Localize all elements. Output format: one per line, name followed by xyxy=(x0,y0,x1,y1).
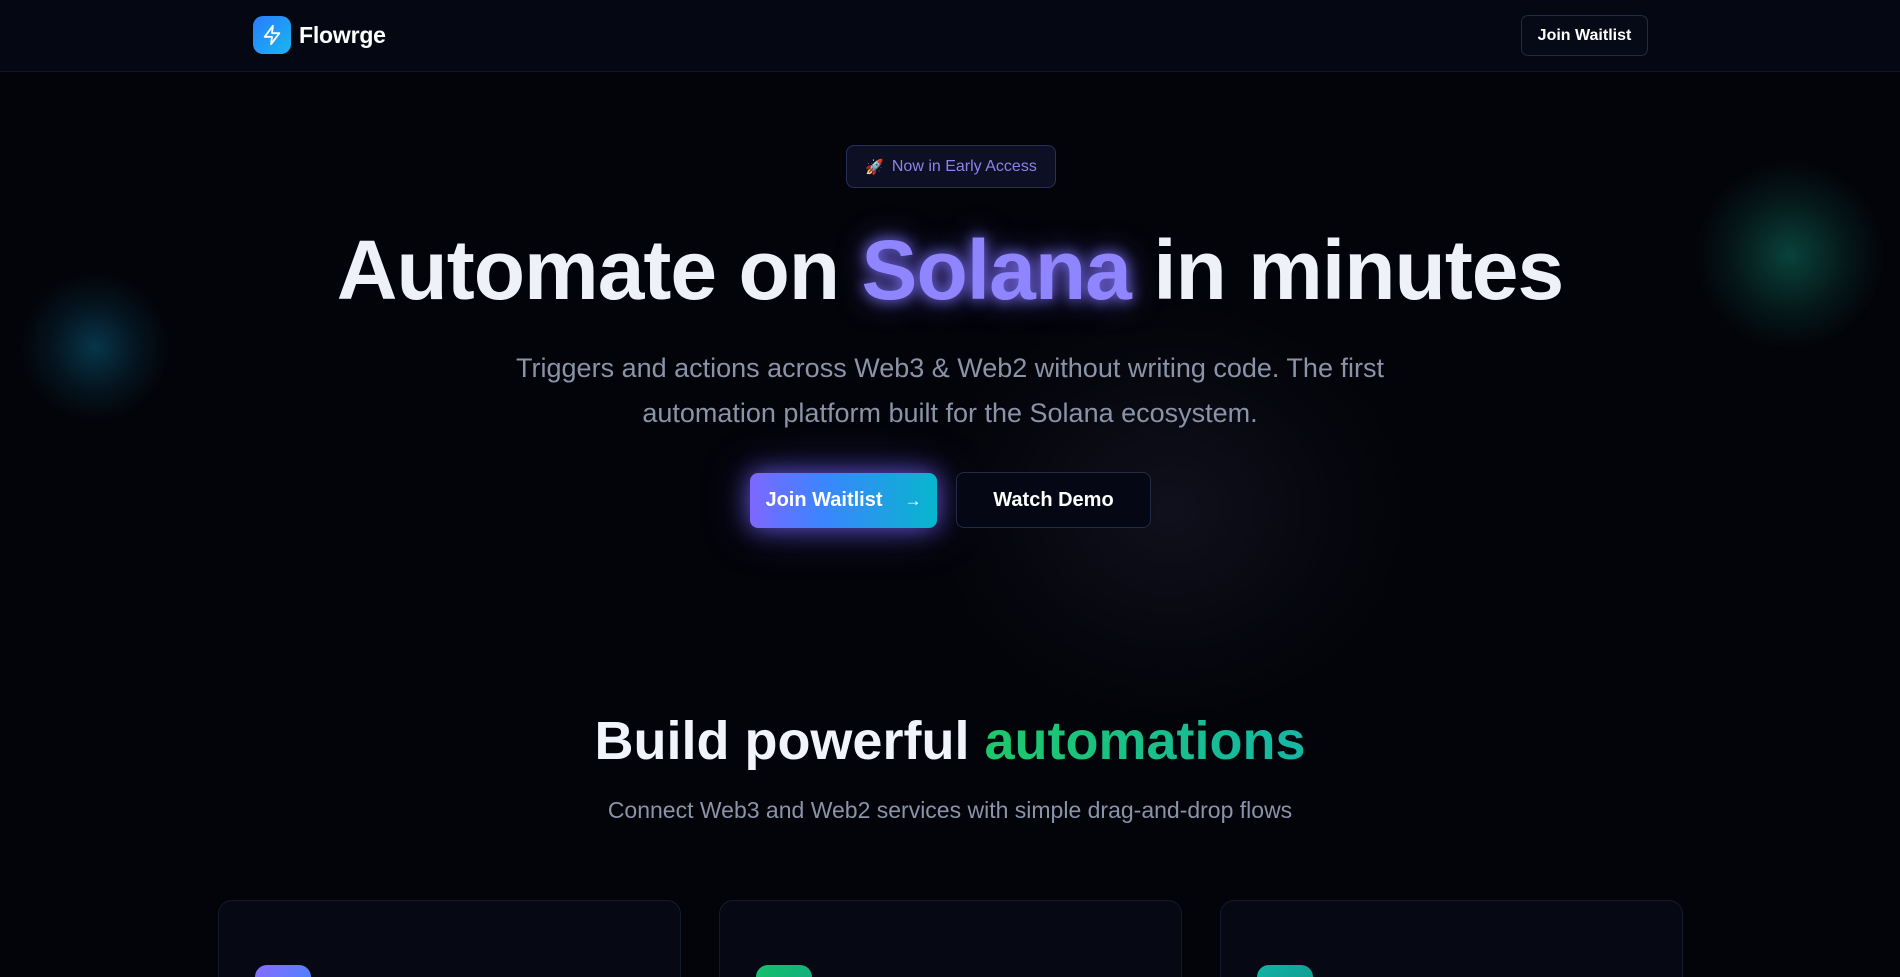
watch-demo-button[interactable]: Watch Demo xyxy=(956,472,1151,528)
join-waitlist-button[interactable]: Join Waitlist → xyxy=(750,473,937,528)
site-header: Flowrge Join Waitlist xyxy=(0,0,1900,72)
features-title: Build powerful automations xyxy=(0,710,1900,772)
hero-subtitle: Triggers and actions across Web3 & Web2 … xyxy=(516,353,1384,428)
features-title-start: Build powerful xyxy=(594,711,970,771)
landing-page: Flowrge Join Waitlist 🚀 Now in Early Acc… xyxy=(0,0,1900,977)
features-subtitle: Connect Web3 and Web2 services with simp… xyxy=(607,797,1293,823)
features-title-accent: automations xyxy=(984,711,1306,771)
hero-title-accent: Solana xyxy=(861,223,1131,317)
rocket-icon: 🚀 xyxy=(865,158,884,176)
early-access-badge: 🚀 Now in Early Access xyxy=(846,145,1056,188)
badge-text: Now in Early Access xyxy=(891,157,1037,175)
header-join-waitlist-button[interactable]: Join Waitlist xyxy=(1521,15,1648,56)
feature-card-icon xyxy=(1257,965,1313,977)
brand-name: Flowrge xyxy=(299,21,386,48)
join-waitlist-label: Join Waitlist xyxy=(765,489,883,511)
feature-card xyxy=(719,900,1182,977)
hero-title-start: Automate on xyxy=(336,223,840,317)
feature-card xyxy=(1220,900,1683,977)
lightning-bolt-icon xyxy=(253,16,291,54)
arrow-right-icon: → xyxy=(904,490,922,510)
hero-title: Automate on Solana in minutes xyxy=(0,222,1900,319)
hero-title-end: in minutes xyxy=(1153,223,1564,317)
feature-card-icon xyxy=(756,965,812,977)
feature-card xyxy=(218,900,681,977)
feature-card-icon xyxy=(255,965,311,977)
brand-logo[interactable]: Flowrge xyxy=(253,16,386,54)
